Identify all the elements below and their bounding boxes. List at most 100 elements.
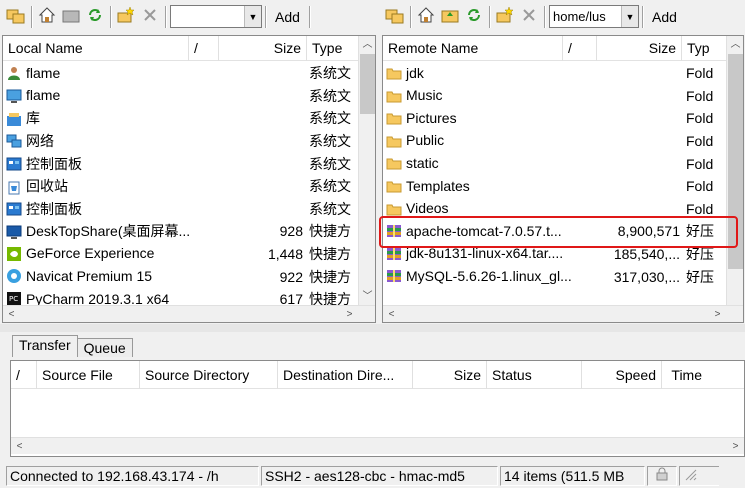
col-transfer-status[interactable]: Status	[487, 361, 582, 389]
toolbar-separator	[308, 5, 310, 28]
local-vertical-scrollbar[interactable]: ︿ ﹀	[358, 36, 375, 305]
local-row[interactable]: GeForce Experience 1,448 快捷方	[3, 243, 375, 266]
local-horizontal-scrollbar[interactable]: < >	[3, 305, 375, 322]
remote-name-cell: Public	[383, 132, 595, 149]
remote-row[interactable]: Videos Fold	[383, 198, 743, 221]
status-item-count: 14 items (511.5 MB	[500, 466, 645, 486]
remote-name-cell: Videos	[383, 200, 595, 217]
network-icon	[6, 133, 23, 149]
col-transfer-size[interactable]: Size	[413, 361, 487, 389]
refresh-button[interactable]	[83, 5, 107, 29]
remote-add-button[interactable]: Add	[646, 5, 683, 29]
remote-row[interactable]: Templates Fold	[383, 175, 743, 198]
local-row[interactable]: 网络 系统文	[3, 130, 375, 153]
remote-type-cell: Fold	[686, 87, 714, 104]
local-add-button[interactable]: Add	[269, 5, 306, 29]
parent-folder-button[interactable]	[59, 5, 83, 29]
home-button[interactable]	[35, 5, 59, 29]
remote-delete-button[interactable]	[517, 5, 541, 29]
col-transfer-speed[interactable]: Speed	[582, 361, 662, 389]
toolbar-separator	[642, 5, 643, 28]
scroll-thumb[interactable]	[728, 54, 743, 269]
col-local-slash[interactable]: /	[189, 36, 219, 61]
col-remote-slash[interactable]: /	[563, 36, 597, 61]
remote-change-dir-button[interactable]	[383, 5, 407, 29]
local-name-cell: GeForce Experience	[3, 245, 221, 262]
toolbar-separator	[31, 5, 32, 28]
transfer-horizontal-scrollbar[interactable]: < >	[11, 437, 744, 454]
col-local-name[interactable]: Local Name	[3, 36, 189, 61]
remote-row[interactable]: Pictures Fold	[383, 107, 743, 130]
remote-parent-folder-button[interactable]	[438, 5, 462, 29]
local-type-cell: 系统文	[309, 110, 351, 127]
resize-grip[interactable]	[679, 466, 719, 486]
col-local-size[interactable]: Size	[219, 36, 307, 61]
tab-queue[interactable]: Queue	[77, 338, 133, 357]
scroll-up-icon[interactable]: ︿	[727, 36, 743, 53]
remote-row[interactable]: apache-tomcat-7.0.57.t... 8,900,571 好压	[383, 220, 743, 243]
library-icon	[6, 111, 23, 127]
scroll-up-icon[interactable]: ︿	[359, 36, 375, 53]
remote-horizontal-scrollbar[interactable]: < >	[383, 305, 743, 322]
scroll-right-icon[interactable]: >	[709, 306, 726, 322]
local-row[interactable]: 控制面板 系统文	[3, 198, 375, 221]
remote-home-button[interactable]	[414, 5, 438, 29]
local-row[interactable]: DeskTopShare(桌面屏幕... 928 快捷方	[3, 220, 375, 243]
geforce-icon	[6, 246, 23, 262]
local-path-dropdown[interactable]: ▼	[170, 5, 262, 28]
chevron-down-icon[interactable]: ▼	[621, 6, 638, 27]
panel-divider[interactable]	[0, 324, 745, 332]
scroll-left-icon[interactable]: <	[383, 306, 400, 322]
scroll-thumb[interactable]	[360, 54, 375, 114]
transfer-list[interactable]: / Source File Source Directory Destinati…	[10, 360, 745, 457]
remote-file-name: Public	[406, 132, 445, 149]
col-remote-name[interactable]: Remote Name	[383, 36, 563, 61]
local-row[interactable]: flame 系统文	[3, 85, 375, 108]
scroll-right-icon[interactable]: >	[341, 306, 358, 322]
remote-type-cell: Fold	[686, 110, 714, 127]
col-transfer-time[interactable]: Time	[662, 361, 707, 389]
local-row[interactable]: Navicat Premium 15 922 快捷方	[3, 265, 375, 288]
col-source-directory[interactable]: Source Directory	[140, 361, 278, 389]
local-name-cell: 控制面板	[3, 199, 221, 219]
remote-refresh-button[interactable]	[462, 5, 486, 29]
col-remote-size[interactable]: Size	[597, 36, 682, 61]
remote-path-dropdown[interactable]: home/lus ▼	[549, 5, 639, 28]
col-local-type[interactable]: Type	[307, 36, 360, 61]
remote-row[interactable]: jdk Fold	[383, 62, 743, 85]
local-row[interactable]: 回收站 系统文	[3, 175, 375, 198]
remote-row[interactable]: Music Fold	[383, 85, 743, 108]
col-destination-directory[interactable]: Destination Dire...	[278, 361, 413, 389]
change-dir-button[interactable]	[4, 5, 28, 29]
remote-row[interactable]: jdk-8u131-linux-x64.tar.... 185,540,... 好压	[383, 243, 743, 266]
scroll-down-icon[interactable]: ﹀	[359, 288, 375, 305]
toolbar-separator	[489, 5, 490, 28]
local-list-header: Local Name / Size Type	[3, 36, 360, 61]
scroll-left-icon[interactable]: <	[3, 306, 20, 322]
local-row[interactable]: 库 系统文	[3, 107, 375, 130]
local-file-list[interactable]: Local Name / Size Type flame 系统文 flame 系统文库…	[2, 35, 376, 323]
local-row[interactable]: flame 系统文	[3, 62, 375, 85]
new-folder-button[interactable]	[114, 5, 138, 29]
chevron-down-icon[interactable]: ▼	[244, 6, 261, 27]
folder-icon	[386, 88, 403, 104]
remote-name-cell: jdk-8u131-linux-x64.tar....	[383, 245, 595, 262]
scroll-left-icon[interactable]: <	[11, 438, 28, 455]
delete-button[interactable]	[138, 5, 162, 29]
navicat-icon	[6, 268, 23, 284]
col-source-file[interactable]: Source File	[37, 361, 140, 389]
local-name-cell: 回收站	[3, 176, 221, 196]
remote-vertical-scrollbar[interactable]: ︿	[726, 36, 743, 305]
remote-file-list[interactable]: Remote Name / Size Typ jdk Fold Music Fold P…	[382, 35, 744, 323]
col-transfer-slash[interactable]: /	[11, 361, 37, 389]
local-row[interactable]: 控制面板 系统文	[3, 152, 375, 175]
remote-name-cell: MySQL-5.6.26-1.linux_gl...	[383, 268, 595, 285]
col-remote-type[interactable]: Typ	[682, 36, 722, 61]
tab-transfer[interactable]: Transfer	[12, 335, 78, 357]
remote-row[interactable]: Public Fold	[383, 130, 743, 153]
remote-new-folder-button[interactable]	[493, 5, 517, 29]
local-file-name: Navicat Premium 15	[26, 267, 153, 284]
remote-row[interactable]: MySQL-5.6.26-1.linux_gl... 317,030,... 好压	[383, 265, 743, 288]
remote-row[interactable]: static Fold	[383, 152, 743, 175]
scroll-right-icon[interactable]: >	[727, 438, 744, 455]
